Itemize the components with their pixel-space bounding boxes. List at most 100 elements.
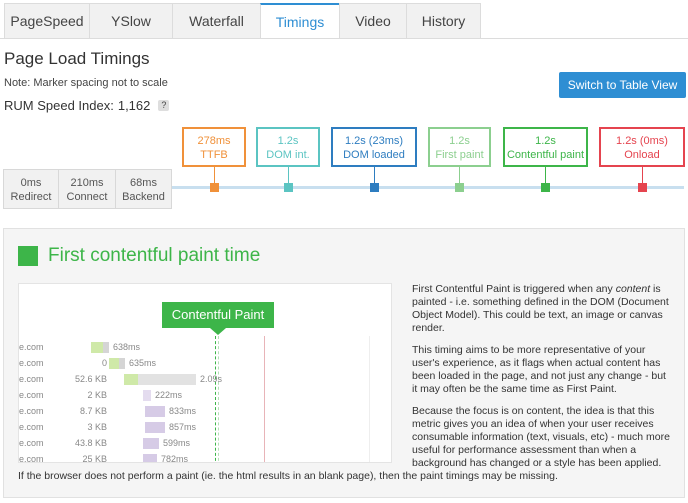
marker-contentful-paint[interactable]: 1.2s Contentful paint — [503, 127, 588, 167]
switch-to-table-button[interactable]: Switch to Table View — [559, 72, 686, 98]
backend-box: 68ms Backend — [115, 169, 172, 209]
bar-segment — [109, 358, 119, 369]
row-time: 833ms — [169, 406, 197, 416]
marker-dot — [638, 183, 647, 192]
row-host: e.com — [19, 406, 44, 416]
timeline-bar — [172, 186, 684, 189]
marker-value: 1.2s — [277, 135, 299, 147]
row-time: 599ms — [163, 438, 191, 448]
connect-label: Connect — [66, 191, 108, 203]
table-row: e.com 3 KB 857ms — [19, 420, 391, 436]
connect-box: 210ms Connect — [58, 169, 116, 209]
marker-value: 1.2s (23ms) — [344, 135, 404, 147]
tab-bar: PageSpeed YSlow Waterfall Timings Video … — [4, 3, 481, 39]
bar-segment — [143, 390, 151, 401]
marker-ttfb[interactable]: 278ms TTFB — [182, 127, 246, 167]
row-host: e.com — [19, 342, 44, 352]
row-host: e.com — [19, 374, 44, 384]
row-time: 222ms — [155, 390, 183, 400]
label-arrow — [210, 328, 226, 335]
description-paragraph: Because the focus is on content, the ide… — [412, 405, 670, 469]
bar-segment — [143, 454, 157, 462]
row-time: 635ms — [129, 358, 157, 368]
bar-segment — [138, 374, 196, 385]
marker-dot — [370, 183, 379, 192]
marker-value: 1.2s — [535, 135, 556, 147]
row-time: 782ms — [161, 454, 189, 463]
marker-onload[interactable]: 1.2s (0ms) Onload — [599, 127, 685, 167]
marker-label: DOM int. — [266, 149, 310, 161]
row-size: 25 KB — [82, 454, 107, 463]
marker-label: Contentful paint — [506, 149, 585, 161]
row-time: 638ms — [113, 342, 141, 352]
tab-video[interactable]: Video — [339, 3, 407, 39]
row-host: e.com — [19, 358, 44, 368]
panel-title: First contentful paint time — [48, 245, 261, 266]
marker-value: 1.2s (0ms) — [616, 135, 668, 147]
table-row: e.com 0 638ms — [19, 340, 391, 356]
description-emphasis: content — [615, 283, 651, 295]
row-time: 857ms — [169, 422, 197, 432]
bar-segment — [91, 342, 103, 353]
page-title: Page Load Timings — [4, 49, 150, 68]
footer-note: If the browser does not perform a paint … — [18, 470, 558, 482]
paint-square-icon — [18, 246, 38, 266]
bar-segment — [145, 406, 165, 417]
row-size: 0 — [101, 358, 107, 368]
row-host: e.com — [19, 422, 44, 432]
marker-dot — [284, 183, 293, 192]
bar-segment — [143, 438, 159, 449]
marker-label: DOM loaded — [343, 149, 405, 161]
table-row: e.com 0 635ms — [19, 356, 391, 372]
spacing-note: Note: Marker spacing not to scale — [4, 77, 168, 89]
contentful-paint-label: Contentful Paint — [162, 302, 274, 328]
row-size: 3 KB — [87, 422, 107, 432]
tab-history[interactable]: History — [406, 3, 481, 39]
waterfall-preview: Contentful Paint e.com 0 638ms e.com 0 6… — [18, 283, 392, 463]
table-row: e.com 52.6 KB 2.09s — [19, 372, 391, 388]
marker-dom-loaded[interactable]: 1.2s (23ms) DOM loaded — [331, 127, 417, 167]
row-size: 43.8 KB — [74, 438, 107, 448]
row-host: e.com — [19, 390, 44, 400]
marker-label: First paint — [435, 149, 484, 161]
tab-yslow[interactable]: YSlow — [89, 3, 173, 39]
row-size: 52.6 KB — [74, 374, 107, 384]
marker-dot — [210, 183, 219, 192]
description-paragraph: This timing aims to be more representati… — [412, 344, 666, 395]
tab-timings[interactable]: Timings — [260, 3, 340, 39]
tab-waterfall[interactable]: Waterfall — [172, 3, 261, 39]
marker-dot — [541, 183, 550, 192]
table-row: e.com 43.8 KB 599ms — [19, 436, 391, 452]
marker-first-paint[interactable]: 1.2s First paint — [428, 127, 491, 167]
connect-value: 210ms — [70, 177, 104, 189]
tab-pagespeed[interactable]: PageSpeed — [4, 3, 90, 39]
row-size: 2 KB — [87, 390, 107, 400]
help-icon[interactable]: ? — [158, 100, 170, 111]
panel-description: First Contentful Paint is triggered when… — [412, 283, 674, 479]
table-row: e.com 8.7 KB 833ms — [19, 404, 391, 420]
backend-value: 68ms — [130, 177, 157, 189]
redirect-label: Redirect — [10, 191, 52, 203]
description-paragraph: First Contentful Paint is triggered when… — [412, 283, 674, 335]
redirect-value: 0ms — [20, 177, 42, 189]
marker-value: 1.2s — [449, 135, 470, 147]
table-row: e.com 2 KB 222ms — [19, 388, 391, 404]
marker-label: Onload — [624, 149, 660, 161]
bar-segment — [119, 358, 125, 369]
rum-label: RUM Speed Index: — [4, 98, 114, 113]
row-time: 2.09s — [200, 374, 223, 384]
marker-dot — [455, 183, 464, 192]
description-text: First Contentful Paint is triggered when… — [412, 283, 616, 295]
row-size: 8.7 KB — [79, 406, 107, 416]
bar-segment — [124, 374, 138, 385]
row-host: e.com — [19, 438, 44, 448]
marker-dom-interactive[interactable]: 1.2s DOM int. — [256, 127, 320, 167]
row-host: e.com — [19, 454, 44, 463]
table-row: e.com 25 KB 782ms — [19, 452, 391, 463]
backend-label: Backend — [122, 191, 165, 203]
bar-segment — [145, 422, 165, 433]
bar-segment — [103, 342, 109, 353]
marker-value: 278ms — [197, 135, 231, 147]
redirect-box: 0ms Redirect — [3, 169, 59, 209]
tab-divider — [0, 38, 688, 39]
